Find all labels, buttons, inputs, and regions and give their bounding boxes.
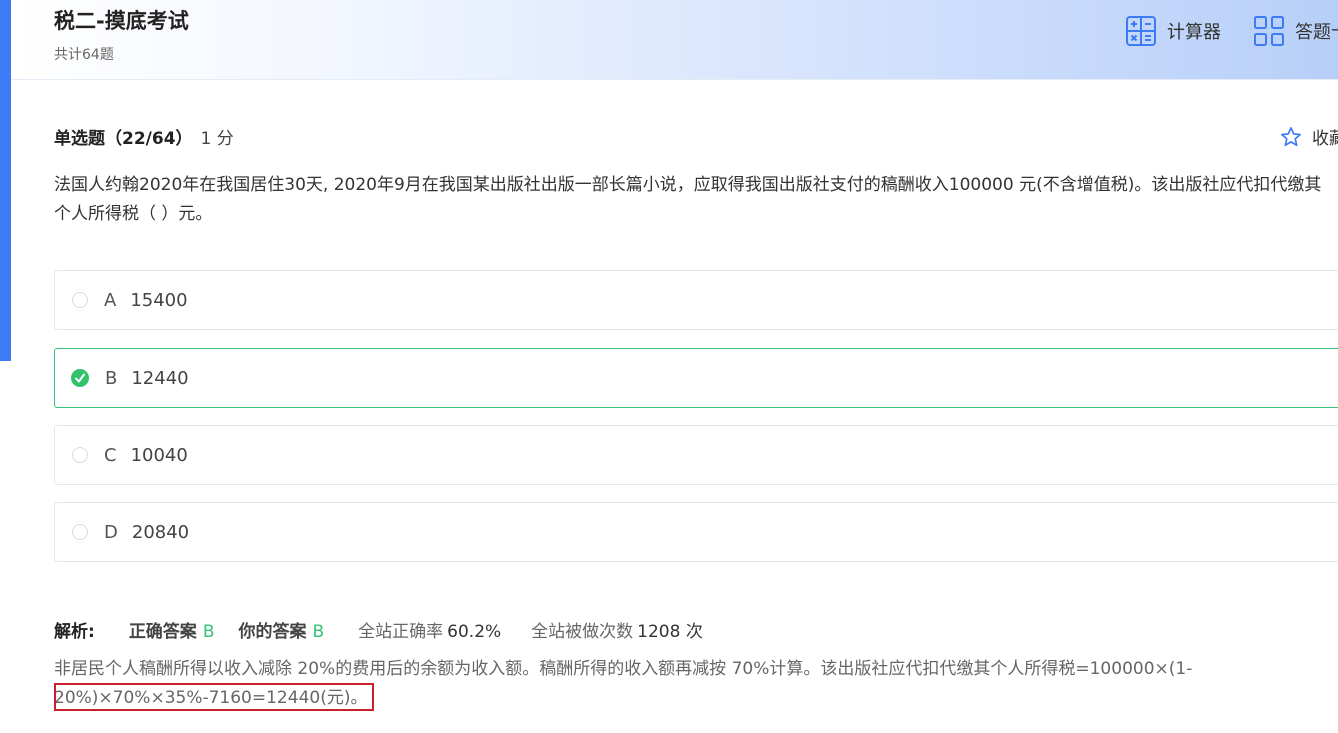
your-answer-label: 你的答案	[238, 622, 307, 642]
correct-answer-value: B	[202, 622, 215, 642]
option-value: 15400	[130, 289, 188, 311]
question-type: 单选题（22/64）	[54, 129, 193, 149]
question-score: 1 分	[200, 129, 234, 149]
star-icon	[1281, 126, 1301, 146]
calculator-label: 计算器	[1167, 22, 1221, 43]
accuracy-value: 60.2%	[447, 622, 502, 642]
left-accent-bar	[0, 0, 11, 361]
check-icon[interactable]	[71, 369, 89, 387]
grid-icon	[1254, 16, 1284, 46]
exam-title: 税二-摸底考试	[54, 9, 189, 33]
favorite-label: 收藏	[1312, 129, 1338, 149]
analysis-label: 解析:	[54, 622, 95, 642]
your-answer-value: B	[312, 622, 325, 642]
answer-sheet-label: 答题卡	[1295, 22, 1338, 43]
option-letter: C	[104, 444, 117, 466]
question-count: 共计64题	[54, 47, 114, 63]
accuracy-label: 全站正确率	[358, 622, 444, 642]
radio-icon[interactable]	[72, 292, 88, 308]
question-header: 单选题（22/64） 1 分	[54, 124, 234, 149]
option-letter: B	[105, 367, 118, 389]
option-a[interactable]: A 15400	[54, 270, 1338, 330]
option-b[interactable]: B 12440	[54, 348, 1338, 408]
option-value: 20840	[131, 521, 190, 543]
attempt-count-label: 全站被做次数	[531, 622, 634, 642]
question-text: 法国人约翰2020年在我国居住30天, 2020年9月在我国某出版社出版一部长篇…	[54, 175, 1322, 224]
highlight-box	[54, 683, 374, 711]
favorite-button[interactable]: 收藏	[1280, 124, 1338, 149]
radio-icon[interactable]	[72, 524, 88, 540]
calculator-icon	[1126, 16, 1156, 46]
option-c[interactable]: C 10040	[54, 425, 1338, 485]
option-d[interactable]: D 20840	[54, 502, 1338, 562]
option-value: 12440	[131, 367, 189, 389]
analysis-summary: 解析: 正确答案 B 你的答案 B 全站正确率 60.2% 全站被做次数 120…	[54, 617, 703, 642]
option-value: 10040	[130, 444, 188, 466]
exam-header: 税二-摸底考试 共计64题 计算器 答题卡	[11, 0, 1338, 80]
answer-sheet-button[interactable]: 答题卡	[1253, 14, 1338, 48]
option-letter: D	[104, 521, 118, 543]
correct-answer-label: 正确答案	[128, 622, 197, 642]
option-letter: A	[104, 289, 117, 311]
calculator-button[interactable]: 计算器	[1125, 14, 1221, 48]
radio-icon[interactable]	[72, 447, 88, 463]
attempt-count-value: 1208 次	[637, 622, 703, 642]
